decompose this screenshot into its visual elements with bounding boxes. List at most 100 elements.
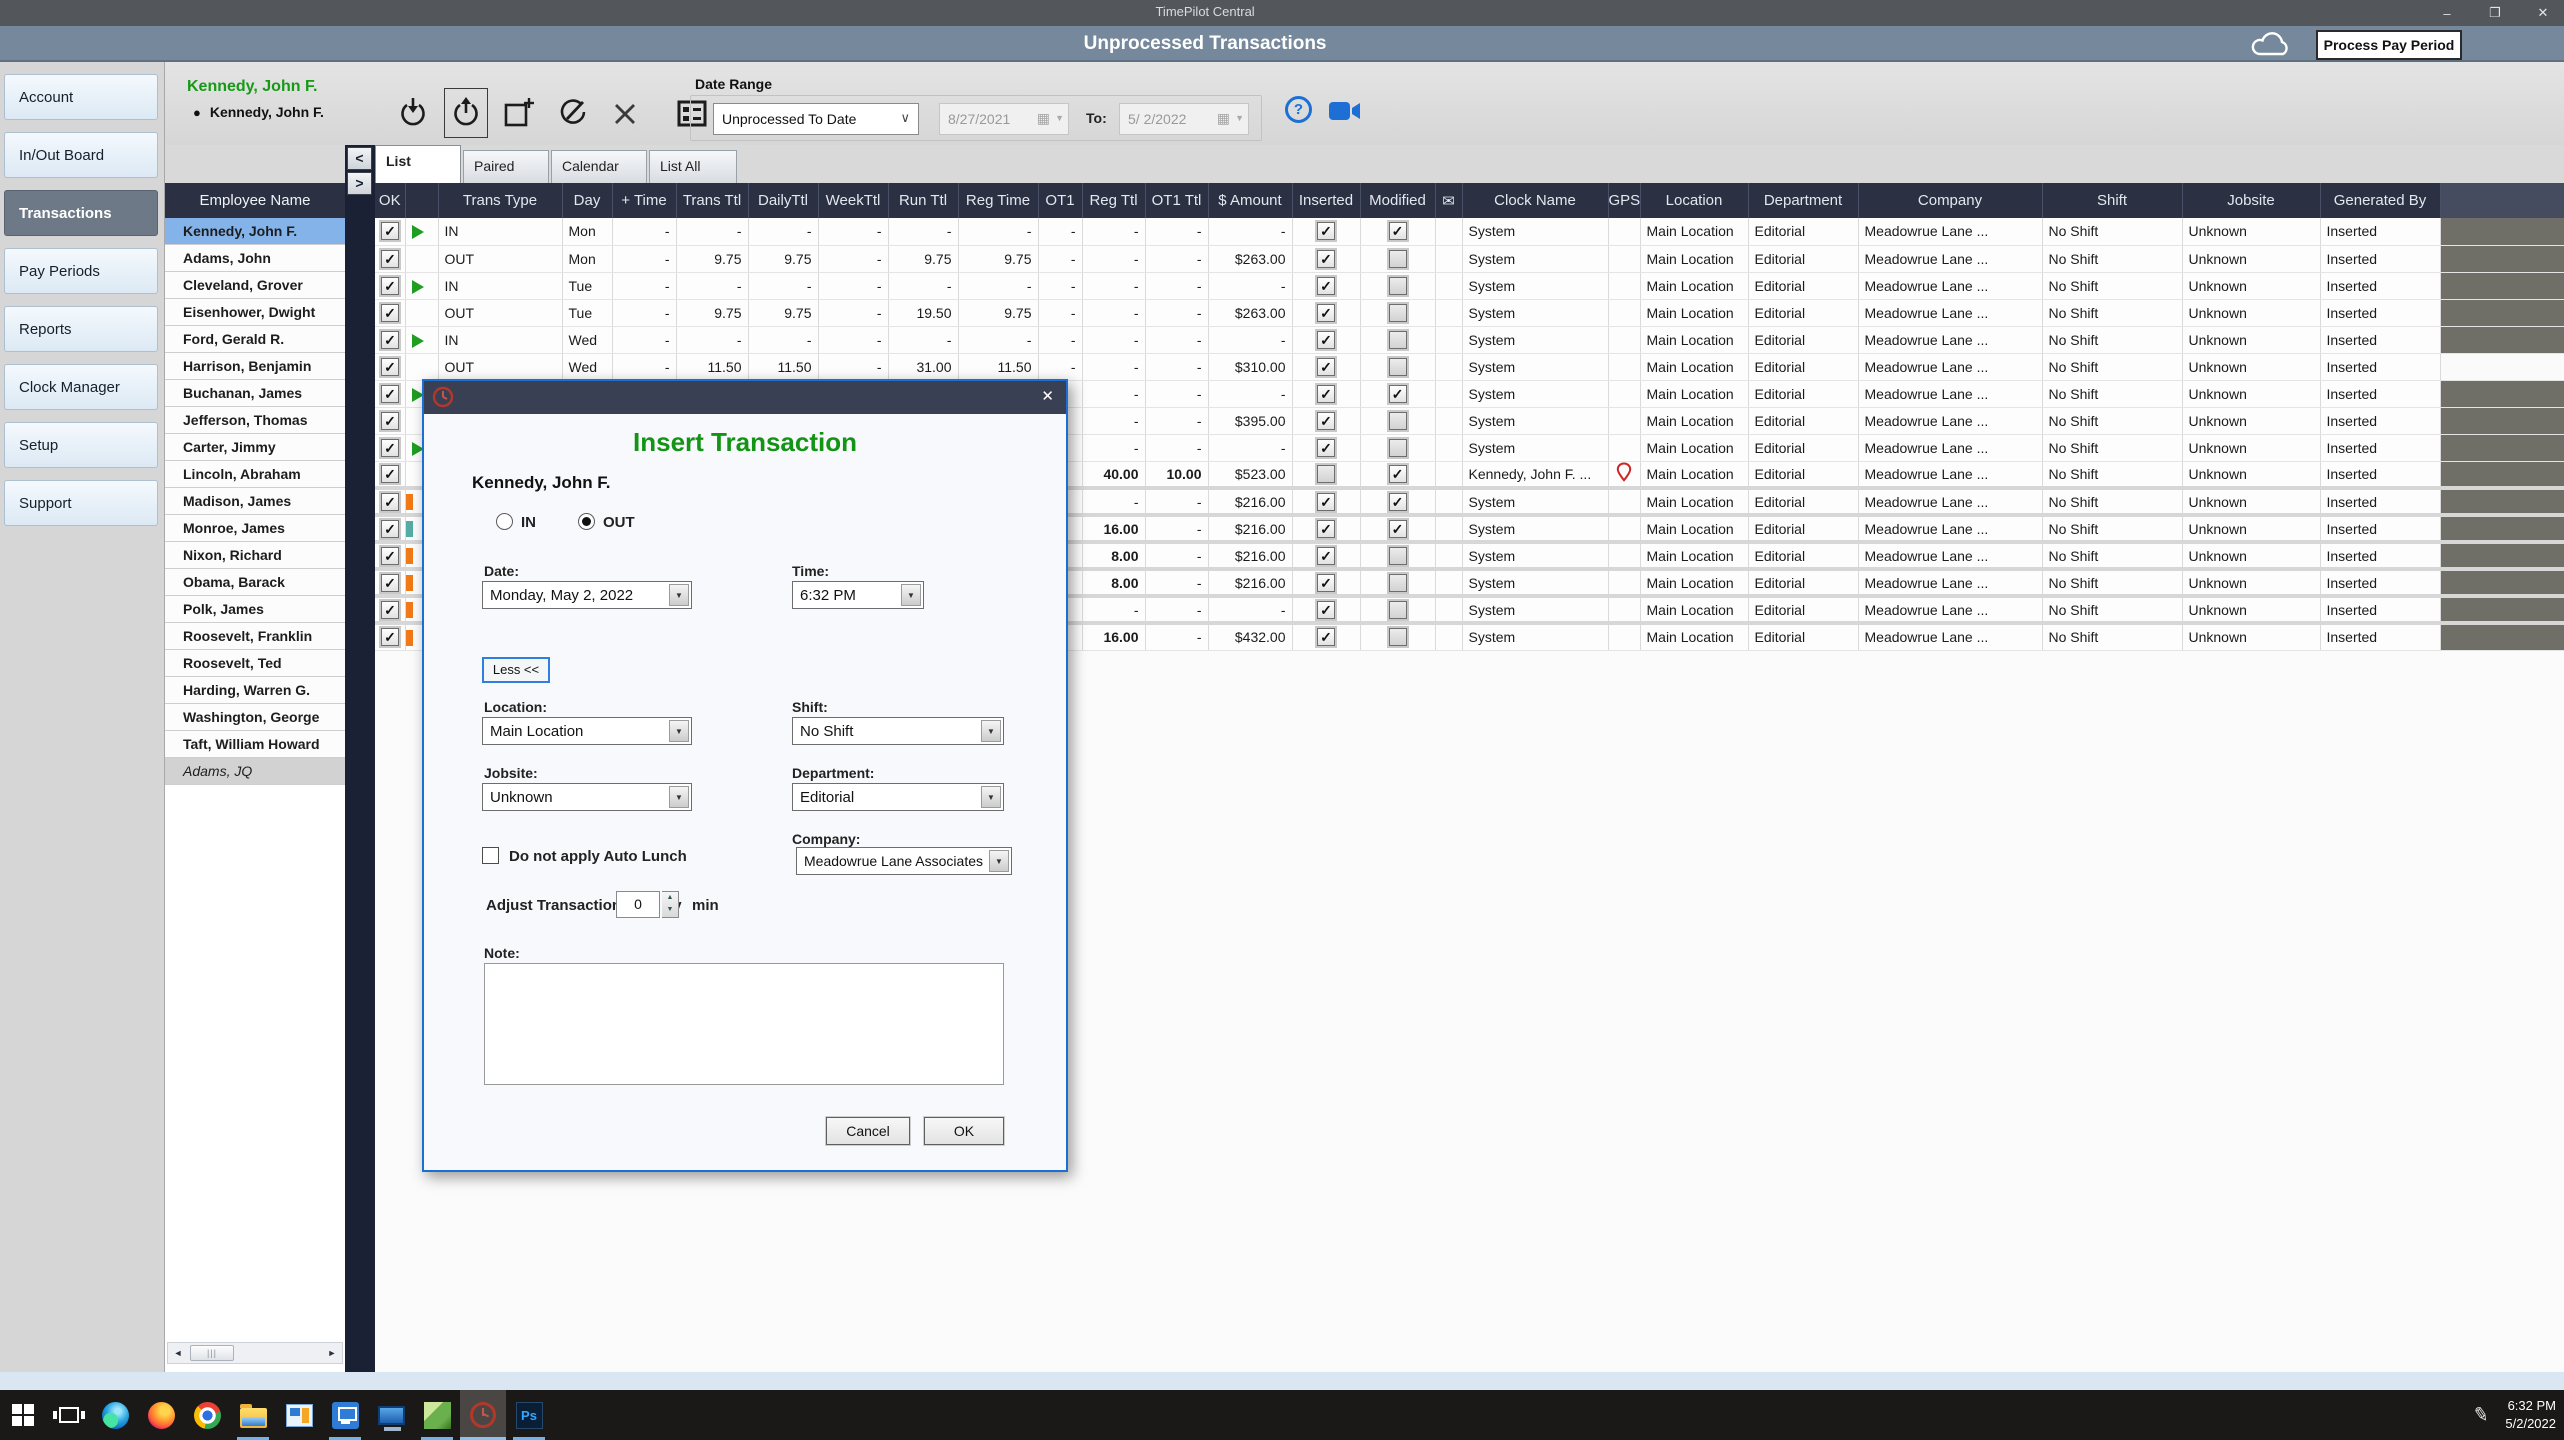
sidebar-item-clock-manager[interactable]: Clock Manager — [4, 364, 158, 410]
sidebar-item-pay-periods[interactable]: Pay Periods — [4, 248, 158, 294]
transaction-row[interactable]: ✓OUTWed-11.5011.50-31.0011.50---$310.00✓… — [375, 353, 2564, 380]
dropdown-button[interactable]: ▼ — [989, 850, 1009, 872]
ok-checkbox[interactable]: ✓ — [381, 628, 399, 646]
inserted-checkbox[interactable]: ✓ — [1317, 547, 1335, 565]
clock-out-icon[interactable] — [444, 88, 488, 138]
column-header-trans_ttl[interactable]: Trans Ttl — [676, 183, 748, 218]
ok-checkbox[interactable]: ✓ — [381, 304, 399, 322]
ok-checkbox[interactable]: ✓ — [381, 520, 399, 538]
dropdown-button[interactable]: ▼ — [669, 584, 689, 606]
inserted-checkbox[interactable]: ✓ — [1317, 439, 1335, 457]
employee-row[interactable]: Cleveland, Grover — [165, 272, 345, 299]
inserted-checkbox[interactable]: ✓ — [1317, 493, 1335, 511]
transaction-row[interactable]: ✓INMon----------✓✓SystemMain LocationEdi… — [375, 218, 2564, 245]
employee-row[interactable]: Buchanan, James — [165, 380, 345, 407]
dialog-titlebar[interactable]: ✕ — [424, 381, 1066, 414]
spin-down-icon[interactable]: ▼ — [662, 904, 678, 916]
modified-checkbox[interactable]: ✓ — [1389, 385, 1407, 403]
process-pay-period-button[interactable]: Process Pay Period — [2316, 30, 2462, 60]
inserted-checkbox[interactable]: ✓ — [1317, 385, 1335, 403]
inserted-checkbox[interactable]: ✓ — [1317, 412, 1335, 430]
inserted-checkbox[interactable]: ✓ — [1317, 601, 1335, 619]
ok-checkbox[interactable]: ✓ — [381, 412, 399, 430]
clock-in-icon[interactable] — [391, 88, 435, 138]
date-from-field[interactable]: 8/27/2021 ▦ ▼ — [939, 103, 1069, 135]
checkbox-box[interactable] — [482, 847, 499, 864]
employee-row[interactable]: Harrison, Benjamin — [165, 353, 345, 380]
tab-calendar[interactable]: Calendar — [551, 150, 647, 183]
ok-checkbox[interactable]: ✓ — [381, 465, 399, 483]
column-header-clock_name[interactable]: Clock Name — [1462, 183, 1608, 218]
employee-row[interactable]: Adams, JQ — [165, 758, 345, 785]
transaction-row[interactable]: ✓INWed----------✓SystemMain LocationEdit… — [375, 326, 2564, 353]
modified-checkbox[interactable]: ✓ — [1389, 493, 1407, 511]
column-header-ot1[interactable]: OT1 — [1038, 183, 1082, 218]
dropdown-button[interactable]: ▼ — [669, 786, 689, 808]
radio-in[interactable]: IN — [496, 513, 536, 531]
print-device-icon[interactable] — [322, 1390, 368, 1440]
ok-checkbox[interactable]: ✓ — [381, 547, 399, 565]
transaction-row[interactable]: ✓OUTMon-9.759.75-9.759.75---$263.00✓Syst… — [375, 245, 2564, 272]
sidebar-item-account[interactable]: Account — [4, 74, 158, 120]
modified-checkbox[interactable]: ✓ — [1389, 520, 1407, 538]
employee-row[interactable]: Nixon, Richard — [165, 542, 345, 569]
employee-row[interactable]: Carter, Jimmy — [165, 434, 345, 461]
column-header-mark[interactable] — [405, 183, 438, 218]
column-header-gps[interactable]: GPS — [1608, 183, 1640, 218]
column-header-daily_ttl[interactable]: DailyTtl — [748, 183, 818, 218]
ok-checkbox[interactable]: ✓ — [381, 331, 399, 349]
inserted-checkbox[interactable]: ✓ — [1317, 628, 1335, 646]
inserted-checkbox[interactable]: ✓ — [1317, 520, 1335, 538]
sidebar-item-support[interactable]: Support — [4, 480, 158, 526]
modified-checkbox[interactable] — [1389, 628, 1407, 646]
dialog-close-icon[interactable]: ✕ — [1041, 387, 1054, 405]
employee-row[interactable]: Washington, George — [165, 704, 345, 731]
inserted-checkbox[interactable]: ✓ — [1317, 222, 1335, 240]
edit-transaction-icon[interactable] — [550, 88, 594, 138]
sidebar-item-in-out-board[interactable]: In/Out Board — [4, 132, 158, 178]
scrollbar-thumb[interactable]: ||| — [190, 1345, 234, 1361]
employee-row[interactable]: Ford, Gerald R. — [165, 326, 345, 353]
chrome-icon[interactable] — [184, 1390, 230, 1440]
column-header-reg_ttl[interactable]: Reg Ttl — [1082, 183, 1145, 218]
ok-checkbox[interactable]: ✓ — [381, 277, 399, 295]
file-explorer-icon[interactable] — [230, 1390, 276, 1440]
collapse-left-button[interactable]: < — [347, 147, 372, 170]
photos-icon[interactable] — [414, 1390, 460, 1440]
employee-row[interactable]: Taft, William Howard — [165, 731, 345, 758]
firefox-icon[interactable] — [138, 1390, 184, 1440]
help-icon[interactable]: ? — [1285, 96, 1312, 123]
inserted-checkbox[interactable]: ✓ — [1317, 277, 1335, 295]
column-header-modified[interactable]: Modified — [1360, 183, 1435, 218]
employee-row[interactable]: Kennedy, John F. — [165, 218, 345, 245]
column-header-trans_type[interactable]: Trans Type — [438, 183, 562, 218]
modified-checkbox[interactable] — [1389, 412, 1407, 430]
column-header-ot1_ttl[interactable]: OT1 Ttl — [1145, 183, 1208, 218]
minimize-button[interactable]: – — [2436, 6, 2458, 21]
modified-checkbox[interactable] — [1389, 358, 1407, 376]
dropdown-button[interactable]: ▼ — [981, 786, 1001, 808]
column-header-amount[interactable]: $ Amount — [1208, 183, 1292, 218]
column-header-department[interactable]: Department — [1748, 183, 1858, 218]
employee-row[interactable]: Adams, John — [165, 245, 345, 272]
column-header-shift[interactable]: Shift — [2042, 183, 2182, 218]
inserted-checkbox[interactable] — [1317, 465, 1335, 483]
radio-out-circle[interactable] — [578, 513, 595, 530]
pen-icon[interactable]: ✎ — [2472, 1402, 2492, 1427]
column-header-run_ttl[interactable]: Run Ttl — [888, 183, 958, 218]
column-header-company[interactable]: Company — [1858, 183, 2042, 218]
employee-row[interactable]: Roosevelt, Ted — [165, 650, 345, 677]
pc-monitor-icon[interactable] — [368, 1390, 414, 1440]
inserted-checkbox[interactable]: ✓ — [1317, 250, 1335, 268]
spin-up-icon[interactable]: ▲ — [662, 892, 678, 904]
less-toggle-button[interactable]: Less << — [482, 657, 550, 683]
edge-icon[interactable] — [92, 1390, 138, 1440]
task-view-button[interactable] — [46, 1390, 92, 1440]
location-combobox[interactable]: Main Location ▼ — [482, 717, 692, 745]
column-header-day[interactable]: Day — [562, 183, 612, 218]
date-to-field[interactable]: 5/ 2/2022 ▦ ▼ — [1119, 103, 1249, 135]
column-header-inserted[interactable]: Inserted — [1292, 183, 1360, 218]
modified-checkbox[interactable] — [1389, 601, 1407, 619]
inserted-checkbox[interactable]: ✓ — [1317, 304, 1335, 322]
insert-transaction-icon[interactable] — [497, 88, 541, 138]
